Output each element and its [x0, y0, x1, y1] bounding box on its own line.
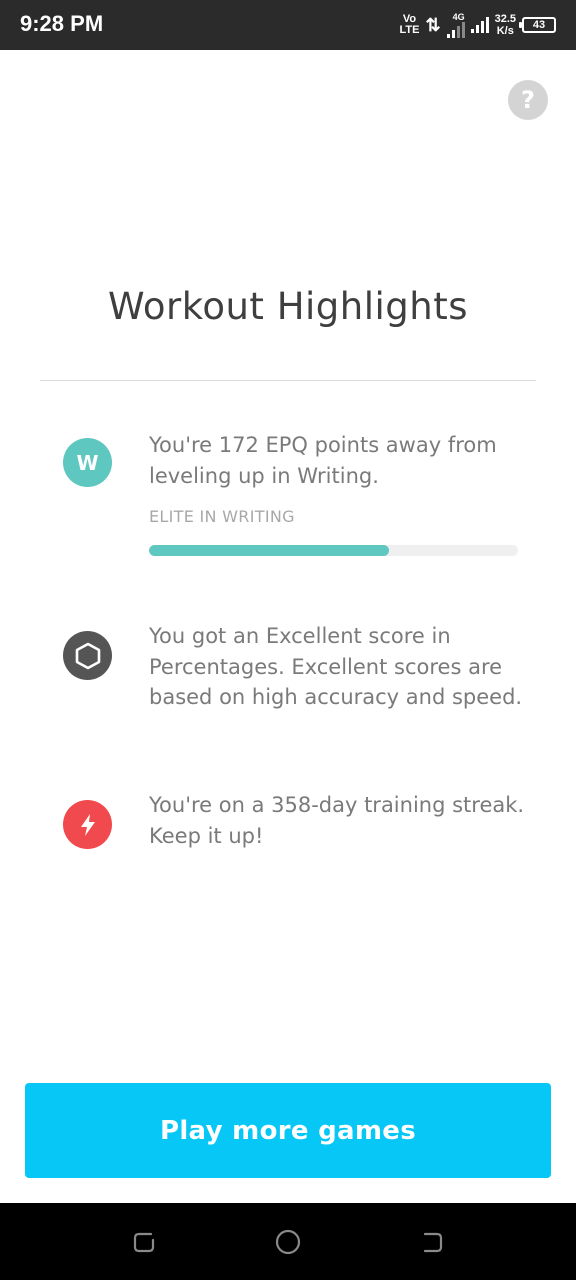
- lightning-bolt-icon: [63, 800, 112, 849]
- navigation-bar: [0, 1203, 576, 1280]
- highlight-text-writing: You're 172 EPQ points away from leveling…: [149, 433, 497, 488]
- status-icons: Vo LTE ⇅ 4G 32.5 K/s 43: [400, 10, 556, 40]
- play-more-games-label: Play more games: [159, 1115, 417, 1146]
- battery-level: 43: [532, 19, 546, 31]
- battery-icon: 43: [519, 17, 556, 33]
- volte-icon: Vo LTE: [399, 13, 420, 36]
- page-title: Workout Highlights: [107, 285, 469, 328]
- help-button[interactable]: ?: [508, 80, 548, 120]
- progress-fill: [149, 545, 389, 556]
- hexagon-icon: [63, 631, 112, 680]
- level-label: ELITE IN WRITING: [149, 507, 295, 526]
- back-icon[interactable]: [417, 1227, 447, 1257]
- status-time: 9:28 PM: [20, 11, 104, 36]
- letter-w-icon: W: [63, 438, 112, 487]
- level-progress-bar: [149, 545, 518, 556]
- network-speed: 32.5 K/s: [494, 13, 516, 37]
- home-icon[interactable]: [273, 1227, 303, 1257]
- signal-4g-icon: 4G: [446, 12, 465, 38]
- recent-apps-icon[interactable]: [129, 1227, 159, 1257]
- highlight-text-score: You got an Excellent score in Percentage…: [149, 624, 523, 709]
- data-transfer-icon: ⇅: [425, 14, 441, 35]
- question-mark-icon: ?: [521, 86, 535, 114]
- status-bar: 9:28 PM Vo LTE ⇅ 4G 32.5 K/s 43: [0, 0, 576, 50]
- play-more-games-button[interactable]: Play more games: [25, 1083, 551, 1178]
- highlight-text-streak: You're on a 358-day training streak. Kee…: [149, 793, 525, 848]
- signal-strength-icon: [470, 17, 489, 33]
- divider: [40, 380, 536, 381]
